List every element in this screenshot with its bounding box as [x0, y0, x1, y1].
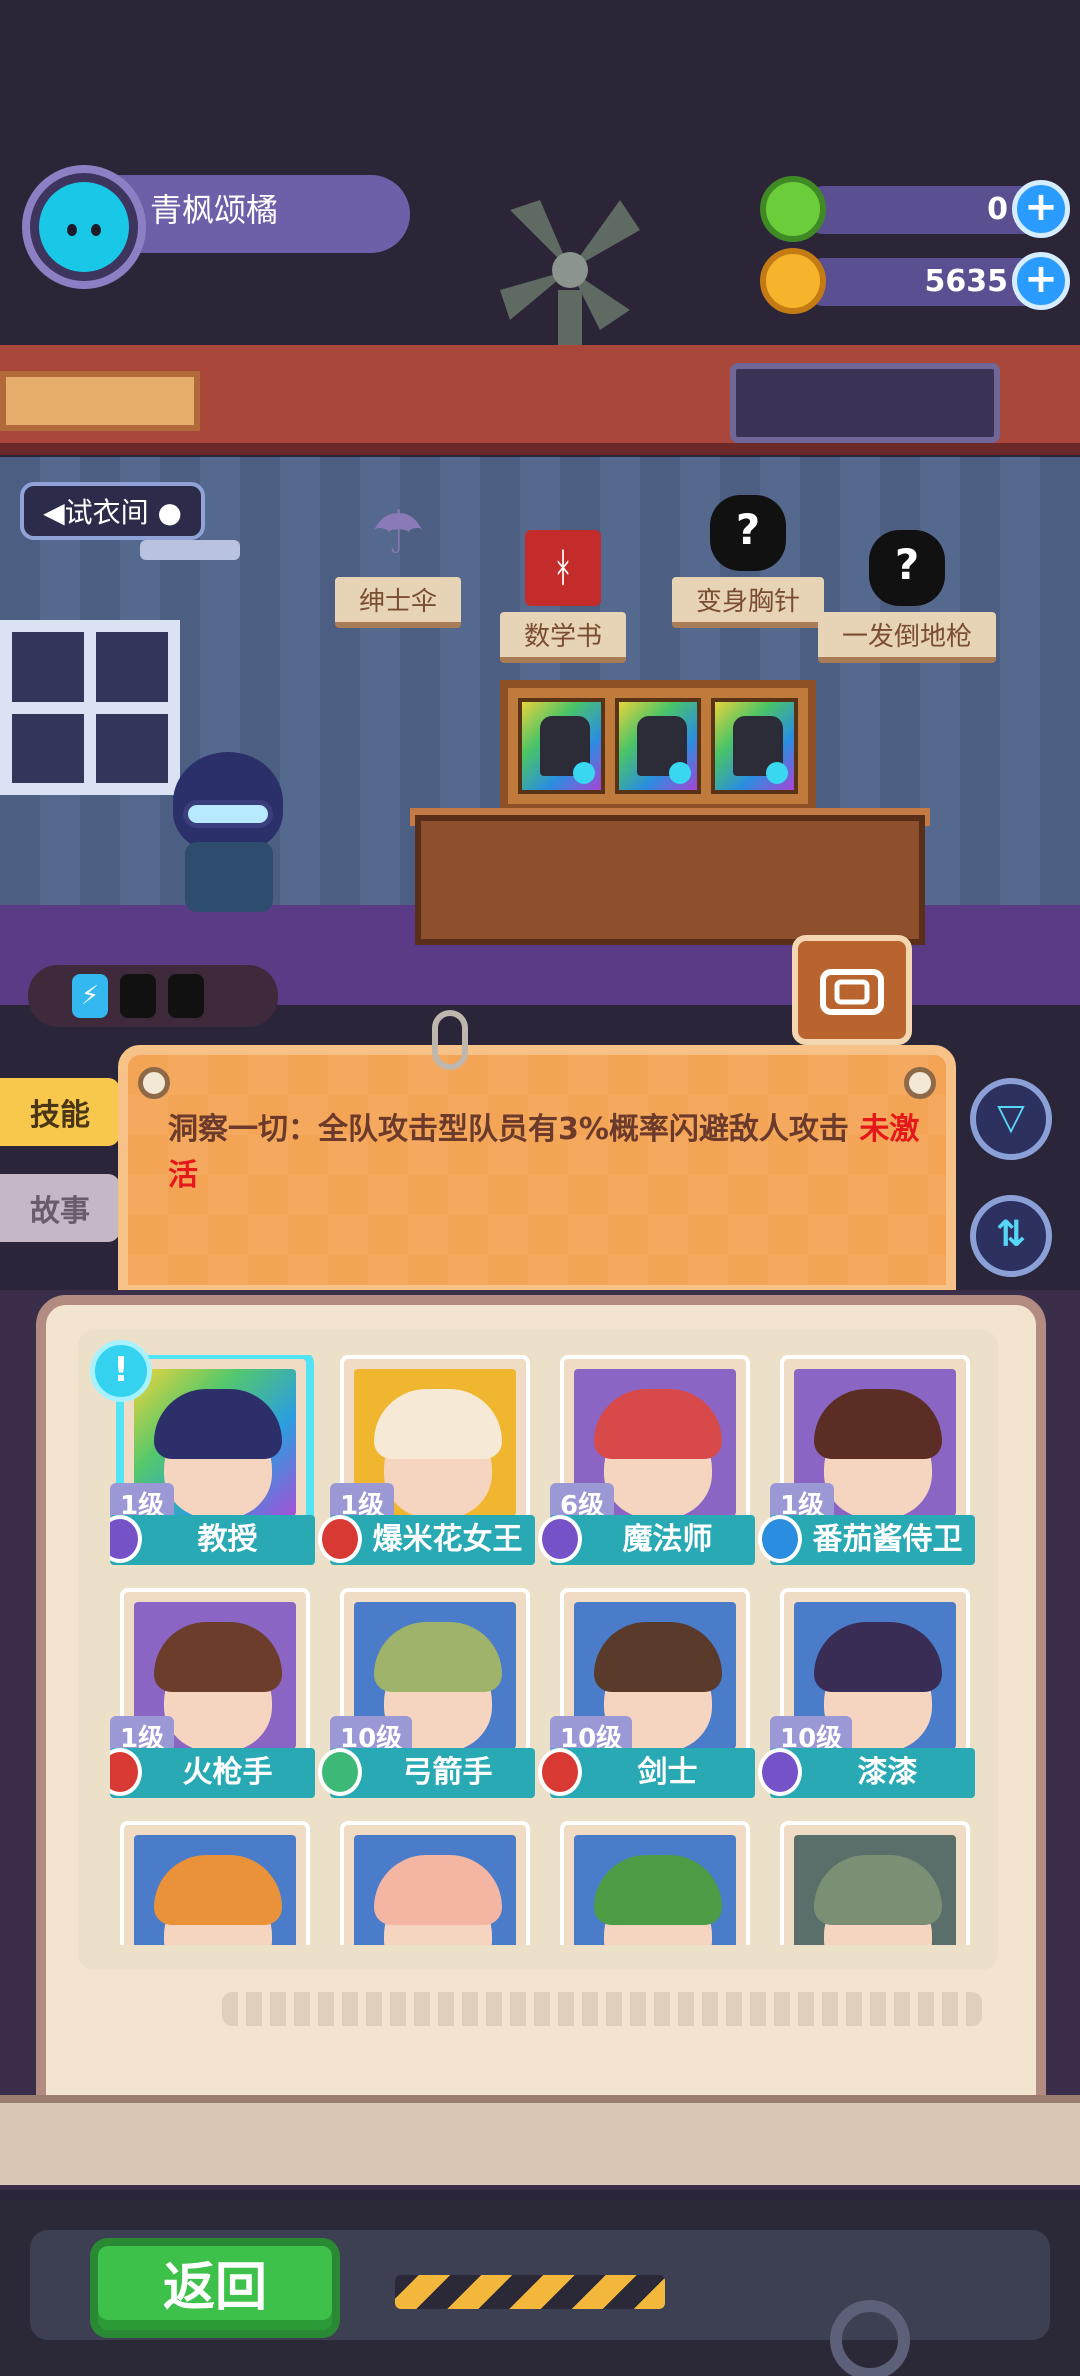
hero-portrait — [354, 1835, 516, 1945]
item-gentleman-umbrella[interactable]: ☂ 绅士伞 — [335, 495, 462, 628]
green-gem-icon — [760, 176, 826, 242]
tab-skill[interactable]: 技能 — [0, 1078, 120, 1146]
book-bottom-edge — [0, 2095, 1080, 2185]
hero-grid: 1级 教授 1级 爆米花女王 6级 魔法师 1级 番茄酱侍卫 1级 火枪手 10级 弓箭手 10级 剑士 1… — [110, 1355, 980, 1945]
paper-clip-icon — [432, 1010, 468, 1070]
hero-card[interactable] — [330, 1821, 535, 1945]
gold-planet-coin-icon — [760, 248, 826, 314]
hero-card[interactable]: 10级 剑士 — [538, 1588, 755, 1798]
mystery-gun-icon: ? — [869, 530, 945, 606]
cat-avatar-icon — [39, 182, 129, 272]
hero-card[interactable]: 1级 番茄酱侍卫 — [758, 1355, 975, 1565]
item-label: 一发倒地枪 — [818, 612, 997, 663]
desk — [415, 815, 925, 945]
hero-hair — [814, 1622, 942, 1692]
hero-card[interactable] — [770, 1821, 975, 1945]
notice-icon[interactable]: ! — [90, 1340, 152, 1402]
costume-display-case[interactable] — [500, 680, 816, 812]
hero-portrait-frame — [120, 1821, 310, 1945]
energy-slot-empty — [168, 974, 204, 1018]
energy-slots: ⚡ — [28, 965, 278, 1027]
energy-slot-empty — [120, 974, 156, 1018]
costume-slot[interactable] — [518, 698, 605, 794]
hero-card[interactable]: 1级 爆米花女王 — [318, 1355, 535, 1565]
hero-card[interactable] — [110, 1821, 315, 1945]
mystery-brooch-icon: ? — [710, 495, 786, 571]
fan-icon — [500, 200, 640, 350]
player-profile[interactable]: 青枫颂橘 — [22, 165, 410, 289]
faction-badge-icon — [318, 1748, 362, 1796]
tab-story[interactable]: 故事 — [0, 1174, 120, 1242]
hero-card[interactable]: 6级 魔法师 — [538, 1355, 755, 1565]
item-label: 绅士伞 — [335, 577, 462, 628]
player-name: 青枫颂橘 — [150, 191, 279, 229]
add-coin-button[interactable]: + — [1012, 252, 1070, 310]
faction-badge-icon — [758, 1515, 802, 1563]
item-transform-brooch[interactable]: ? 变身胸针 — [672, 495, 825, 628]
hero-hair — [374, 1622, 502, 1692]
skill-description: 洞察一切：全队攻击型队员有3%概率闪避敌人攻击 未激活 — [168, 1107, 938, 1199]
goggles-icon — [183, 800, 273, 828]
hero-card[interactable]: 1级 火枪手 — [110, 1588, 315, 1798]
coin-amount: 5635 — [924, 264, 1009, 299]
hero-card[interactable]: 10级 弓箭手 — [318, 1588, 535, 1798]
hero-card[interactable]: 10级 漆漆 — [758, 1588, 975, 1798]
hero-hair — [594, 1389, 722, 1459]
math-book-icon: ᚼ — [525, 530, 601, 606]
faction-badge-icon — [758, 1748, 802, 1796]
back-button[interactable]: 返回 — [90, 2238, 340, 2338]
coin-currency: 5635 + — [760, 248, 1070, 314]
add-gem-button[interactable]: + — [1012, 180, 1070, 238]
wardrobe-icon — [820, 969, 884, 1015]
costume-slot[interactable] — [614, 698, 702, 794]
hero-portrait — [794, 1835, 956, 1945]
filter-button[interactable]: ▽ — [970, 1078, 1052, 1160]
hero-portrait-frame — [780, 1821, 970, 1945]
professor-character[interactable] — [155, 742, 305, 922]
hero-hair — [154, 1855, 282, 1925]
skill-panel: 洞察一切：全队攻击型队员有3%概率闪避敌人攻击 未激活 — [118, 1045, 956, 1295]
skill-text: 洞察一切：全队攻击型队员有3%概率闪避敌人攻击 — [168, 1112, 849, 1147]
character-body — [185, 842, 273, 912]
hero-portrait-frame — [340, 1821, 530, 1945]
player-avatar-frame[interactable] — [22, 165, 146, 289]
hero-hair — [594, 1622, 722, 1692]
hero-hair — [594, 1855, 722, 1925]
wardrobe-button[interactable] — [792, 935, 912, 1045]
hero-hair — [374, 1389, 502, 1459]
faction-badge-icon — [538, 1748, 582, 1796]
hero-hair — [814, 1389, 942, 1459]
pin-icon — [138, 1067, 170, 1099]
hero-card[interactable] — [550, 1821, 755, 1945]
item-math-book[interactable]: ᚼ 数学书 — [500, 530, 627, 663]
faction-badge-icon — [538, 1515, 582, 1563]
item-label: 数学书 — [500, 612, 627, 663]
pin-icon — [904, 1067, 936, 1099]
bottom-ring-icon — [830, 2300, 910, 2376]
hero-hair — [374, 1855, 502, 1925]
blurred-page-text — [222, 1992, 982, 2026]
item-knockdown-gun[interactable]: ? 一发倒地枪 — [818, 530, 997, 663]
energy-bolt-icon: ⚡ — [72, 974, 108, 1018]
ghost-display — [730, 363, 1000, 443]
sort-button[interactable]: ⇅ — [970, 1195, 1052, 1277]
hero-hair — [154, 1622, 282, 1692]
ceiling-lamp — [140, 540, 240, 560]
costume-slot[interactable] — [711, 698, 799, 794]
gem-amount: 0 — [987, 192, 1008, 227]
umbrella-icon: ☂ — [371, 498, 425, 568]
hero-portrait — [134, 1835, 296, 1945]
hero-portrait — [574, 1835, 736, 1945]
hazard-stripe — [395, 2275, 665, 2309]
shelf-drawer — [0, 371, 200, 431]
hero-portrait-frame — [560, 1821, 750, 1945]
faction-badge-icon — [318, 1515, 362, 1563]
top-shelf — [0, 345, 1080, 455]
hero-hair — [154, 1389, 282, 1459]
fitting-room-button[interactable]: ◀试衣间 ● — [20, 482, 205, 540]
gem-currency: 0 + — [760, 176, 1070, 242]
item-label: 变身胸针 — [672, 577, 825, 628]
hero-hair — [814, 1855, 942, 1925]
room-window — [0, 620, 180, 795]
